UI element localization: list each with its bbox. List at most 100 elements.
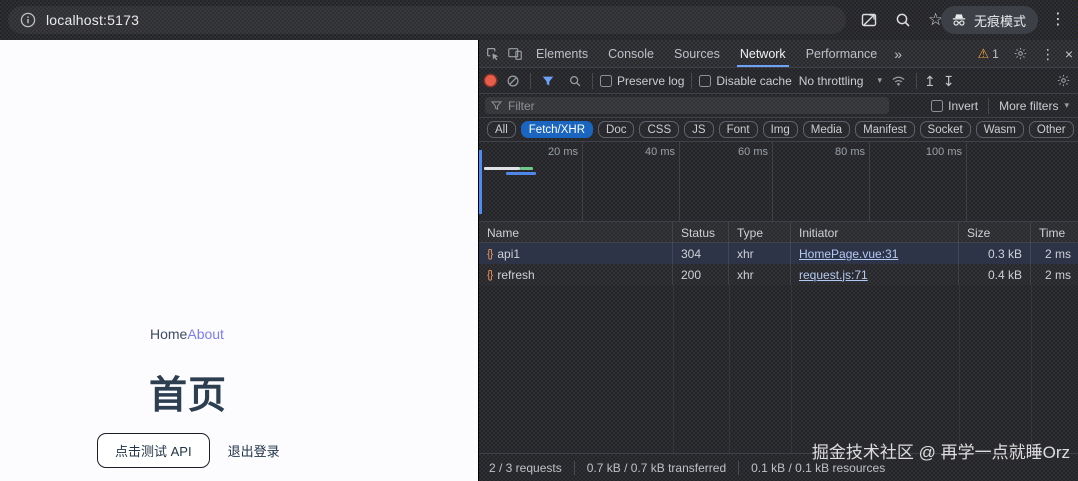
request-size: 0.4 kB xyxy=(959,264,1031,285)
timeline-gridline xyxy=(582,142,583,221)
request-name: refresh xyxy=(497,268,534,282)
timeline-tick: 40 ms xyxy=(605,146,675,158)
devtools-panel: Elements Console Sources Network Perform… xyxy=(478,40,1078,481)
network-toolbar: Preserve log Disable cache No throttling… xyxy=(479,68,1078,94)
checkbox-icon xyxy=(931,100,943,112)
waterfall-bar xyxy=(484,167,520,170)
filter-bar: Filter Invert More filters ▾ xyxy=(479,94,1078,118)
column-divider[interactable] xyxy=(1031,285,1032,453)
table-row[interactable]: {} refresh 200 xhr request.js:71 0.4 kB … xyxy=(479,264,1078,285)
chip-media[interactable]: Media xyxy=(803,121,850,138)
incognito-label: 无痕模式 xyxy=(974,11,1026,30)
json-braces-icon: {} xyxy=(487,269,492,281)
export-har-icon[interactable]: ↧ xyxy=(943,74,955,88)
tab-network[interactable]: Network xyxy=(731,40,795,67)
column-divider[interactable] xyxy=(791,285,792,453)
timeline-gridline xyxy=(869,142,870,221)
chip-all[interactable]: All xyxy=(487,121,516,138)
timeline-gridline xyxy=(966,142,967,221)
column-divider[interactable] xyxy=(729,285,730,453)
device-toolbar-icon[interactable] xyxy=(505,44,525,64)
invert-checkbox[interactable]: Invert xyxy=(931,99,978,113)
warning-icon: ⚠ xyxy=(977,46,989,62)
chip-wasm[interactable]: Wasm xyxy=(976,121,1024,138)
checkbox-icon xyxy=(699,75,711,87)
waterfall-bar xyxy=(520,167,533,170)
test-api-button[interactable]: 点击测试 API xyxy=(97,433,210,468)
url-text[interactable]: localhost:5173 xyxy=(46,12,139,28)
network-overview-timeline[interactable]: 20 ms 40 ms 60 ms 80 ms 100 ms xyxy=(479,142,1078,222)
issues-badge[interactable]: ⚠ 1 xyxy=(977,46,998,62)
import-har-icon[interactable]: ↥ xyxy=(924,74,936,88)
request-status: 200 xyxy=(673,264,729,285)
filter-input[interactable]: Filter xyxy=(485,97,889,114)
search-icon[interactable] xyxy=(894,11,912,29)
column-header-type[interactable]: Type xyxy=(729,222,791,243)
more-filters-dropdown[interactable]: More filters ▾ xyxy=(999,99,1073,113)
chevron-down-icon: ▾ xyxy=(877,75,882,86)
column-header-initiator[interactable]: Initiator xyxy=(791,222,959,243)
chip-other[interactable]: Other xyxy=(1029,121,1074,138)
request-time: 2 ms xyxy=(1031,264,1078,285)
inspect-element-icon[interactable] xyxy=(483,44,503,64)
page-buttons: 点击测试 API 退出登录 xyxy=(97,433,284,468)
tab-sources[interactable]: Sources xyxy=(665,40,729,67)
column-header-status[interactable]: Status xyxy=(673,222,729,243)
funnel-icon xyxy=(491,100,502,111)
chip-js[interactable]: JS xyxy=(684,121,713,138)
browser-toolbar: localhost:5173 ☆ 无痕模式 ⋮ xyxy=(0,0,1078,40)
close-devtools-icon[interactable]: × xyxy=(1065,47,1073,61)
chip-img[interactable]: Img xyxy=(763,121,798,138)
issues-count: 1 xyxy=(992,47,999,61)
chip-font[interactable]: Font xyxy=(719,121,758,138)
timeline-gridline xyxy=(679,142,680,221)
address-bar[interactable]: localhost:5173 xyxy=(8,6,846,34)
chip-doc[interactable]: Doc xyxy=(598,121,634,138)
invert-label: Invert xyxy=(948,99,978,113)
page-nav: HomeAbout xyxy=(150,326,224,342)
tab-elements[interactable]: Elements xyxy=(527,40,597,67)
search-network-icon[interactable] xyxy=(565,71,585,91)
chip-fetch-xhr[interactable]: Fetch/XHR xyxy=(521,121,593,138)
request-type: xhr xyxy=(729,264,791,285)
column-header-name[interactable]: Name xyxy=(479,222,673,243)
clear-network-icon[interactable] xyxy=(503,71,523,91)
more-tabs-icon[interactable]: » xyxy=(888,46,908,62)
network-settings-gear-icon[interactable] xyxy=(1053,71,1073,91)
filter-funnel-icon[interactable] xyxy=(538,71,558,91)
disable-cache-checkbox[interactable]: Disable cache xyxy=(699,74,791,88)
tab-console[interactable]: Console xyxy=(599,40,663,67)
overview-window-handle[interactable] xyxy=(479,150,482,214)
initiator-link[interactable]: HomePage.vue:31 xyxy=(799,247,898,261)
settings-gear-icon[interactable] xyxy=(1011,44,1031,64)
preserve-log-checkbox[interactable]: Preserve log xyxy=(600,74,684,88)
nav-link-about[interactable]: About xyxy=(187,326,224,342)
logout-button[interactable]: 退出登录 xyxy=(224,434,284,467)
checkbox-icon xyxy=(600,75,612,87)
table-row[interactable]: {} api1 304 xhr HomePage.vue:31 0.3 kB 2… xyxy=(479,243,1078,264)
browser-menu-icon[interactable]: ⋮ xyxy=(1050,9,1066,31)
toolbar-separator xyxy=(530,73,531,89)
column-header-time[interactable]: Time xyxy=(1031,222,1078,243)
column-header-size[interactable]: Size xyxy=(959,222,1031,243)
site-info-icon[interactable] xyxy=(20,12,36,28)
throttling-select[interactable]: No throttling ▾ xyxy=(799,74,882,88)
nav-link-home[interactable]: Home xyxy=(150,326,187,342)
toolbar-separator xyxy=(988,98,989,114)
chevron-down-icon: ▾ xyxy=(1064,100,1069,111)
column-divider[interactable] xyxy=(959,285,960,453)
tab-performance[interactable]: Performance xyxy=(797,40,887,67)
record-network-icon[interactable] xyxy=(485,75,496,86)
incognito-badge: 无痕模式 xyxy=(941,6,1038,34)
column-divider[interactable] xyxy=(673,285,674,453)
network-conditions-icon[interactable] xyxy=(889,71,909,91)
chip-socket[interactable]: Socket xyxy=(920,121,971,138)
page-title: 首页 xyxy=(149,364,227,419)
request-type: xhr xyxy=(729,243,791,264)
toolbar-separator xyxy=(691,73,692,89)
devtools-menu-icon[interactable]: ⋮ xyxy=(1041,47,1055,61)
initiator-link[interactable]: request.js:71 xyxy=(799,268,868,282)
chip-css[interactable]: CSS xyxy=(639,121,679,138)
send-icon[interactable] xyxy=(860,11,878,29)
chip-manifest[interactable]: Manifest xyxy=(855,121,914,138)
